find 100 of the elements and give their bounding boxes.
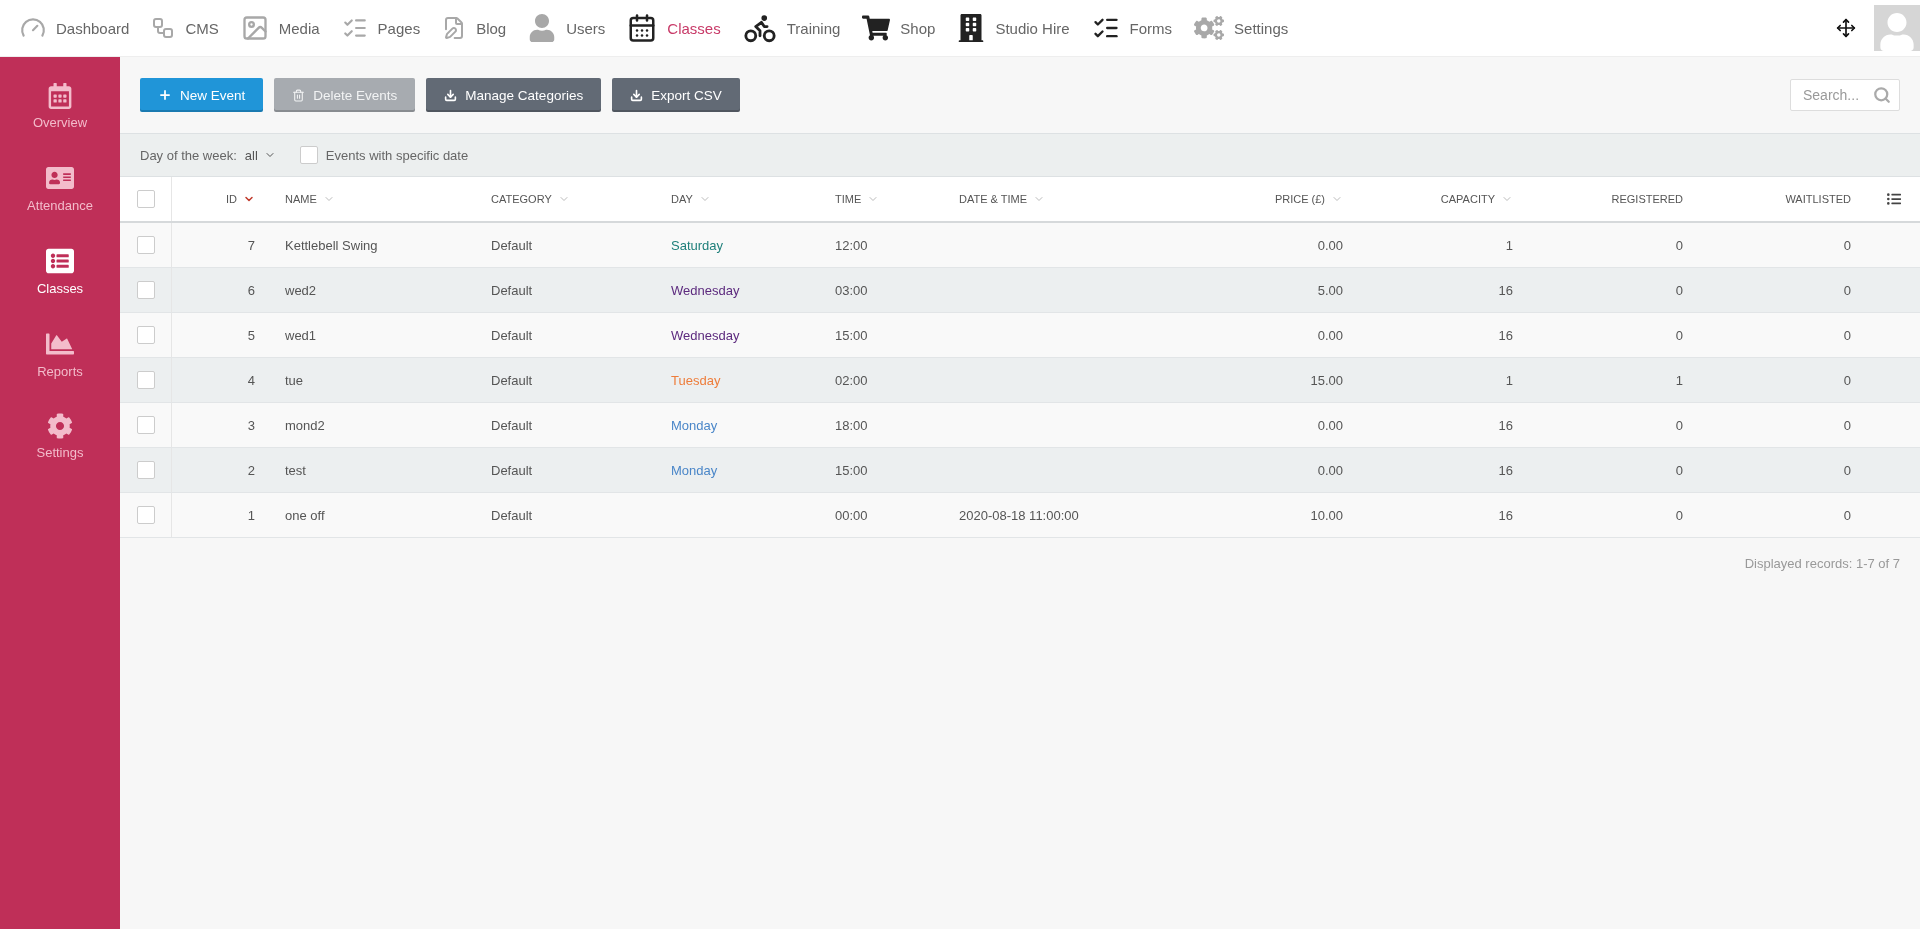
column-header[interactable]: CATEGORY	[491, 193, 570, 205]
nav-item[interactable]: Blog	[442, 16, 507, 40]
table-cell: 0	[1675, 417, 1683, 433]
column-menu-icon[interactable]	[1887, 192, 1901, 206]
sidebar-item[interactable]: Attendance	[27, 164, 93, 213]
day-cell: Wednesday	[671, 282, 740, 298]
table-cell: 0.00	[1317, 417, 1343, 433]
nav-item[interactable]: Media	[240, 14, 320, 42]
image-icon	[240, 14, 269, 42]
nav-item[interactable]: Studio Hire	[957, 14, 1070, 42]
plus-icon	[158, 88, 172, 102]
table-cell: 0	[1843, 282, 1851, 298]
checkbox-label: Events with specific date	[325, 147, 469, 163]
table-cell: 0	[1675, 462, 1683, 478]
id-card-icon	[46, 164, 74, 192]
table-cell: 5.00	[1317, 282, 1343, 298]
gears-icon	[1194, 13, 1225, 43]
sidebar-item[interactable]: Reports	[37, 330, 83, 379]
table-cell: 0	[1675, 507, 1683, 523]
table-cell: 16	[1498, 327, 1513, 343]
column-header[interactable]: DATE & TIME	[959, 193, 1046, 205]
nav-item[interactable]: CMS	[151, 16, 219, 40]
download-icon	[630, 88, 644, 102]
table-cell: Default	[491, 462, 533, 478]
nav-item[interactable]: Pages	[341, 15, 421, 41]
sidebar-item[interactable]: Overview	[32, 83, 88, 130]
table-cell: 03:00	[835, 282, 868, 298]
table-cell: 6	[247, 282, 255, 298]
avatar[interactable]	[1874, 5, 1920, 51]
table-cell: 0	[1675, 282, 1683, 298]
row-checkbox[interactable]	[136, 506, 155, 524]
table-cell: 1	[1675, 372, 1683, 388]
row-checkbox[interactable]	[136, 326, 155, 344]
download-icon	[444, 88, 458, 102]
table-cell: 0	[1843, 417, 1851, 433]
day-cell: Monday	[671, 462, 718, 478]
table-cell: test	[285, 462, 306, 478]
trash-icon	[292, 88, 306, 102]
building-icon	[957, 14, 986, 42]
filter-label: Day of the week:	[140, 147, 237, 163]
toolbar-button[interactable]: Manage Categories	[426, 78, 602, 112]
column-header: REGISTERED	[1611, 193, 1683, 205]
nav-item[interactable]: Forms	[1091, 14, 1173, 42]
day-cell: Saturday	[671, 237, 724, 253]
table-cell: wed1	[285, 327, 317, 343]
nav-item[interactable]: Training	[742, 11, 841, 45]
toolbar-button[interactable]: New Event	[140, 78, 264, 112]
search-icon	[1873, 86, 1891, 104]
table-cell: 2020-08-18 11:00:00	[959, 507, 1079, 523]
column-header[interactable]: PRICE (£)	[1274, 193, 1343, 205]
row-checkbox[interactable]	[136, 371, 155, 389]
column-header[interactable]: TIME	[835, 193, 880, 205]
table-cell: 1	[1505, 237, 1513, 253]
table-cell: 00:00	[835, 507, 868, 523]
nav-item[interactable]: Classes	[627, 13, 721, 43]
table-cell: 02:00	[835, 372, 868, 388]
table-cell: 16	[1498, 507, 1513, 523]
table-cell: 0.00	[1317, 327, 1343, 343]
column-header[interactable]: DAY	[671, 193, 711, 205]
column-header[interactable]: NAME	[285, 193, 335, 205]
column-header[interactable]: ID	[226, 193, 255, 205]
table-cell: 0	[1843, 327, 1851, 343]
day-dropdown[interactable]: all	[244, 147, 276, 163]
table-cell: 18:00	[835, 417, 868, 433]
nav-item[interactable]: Shop	[862, 14, 936, 42]
calendar-icon	[47, 83, 73, 109]
gear-icon	[47, 413, 73, 439]
table-cell: 0.00	[1317, 237, 1343, 253]
row-checkbox[interactable]	[136, 236, 155, 254]
nav-item[interactable]: Users	[528, 14, 606, 42]
day-cell: Tuesday	[671, 372, 721, 388]
sidebar-item[interactable]: Settings	[36, 413, 84, 460]
table-cell: 0	[1675, 327, 1683, 343]
user-icon	[528, 14, 557, 42]
table-cell: 7	[247, 237, 255, 253]
sidebar-item[interactable]: Classes	[36, 247, 84, 296]
table-cell: 15:00	[835, 327, 868, 343]
row-checkbox[interactable]	[136, 416, 155, 434]
day-cell: Wednesday	[671, 327, 740, 343]
search-field[interactable]: Search...	[1790, 79, 1900, 111]
nav-item[interactable]: Dashboard	[20, 15, 130, 41]
select-all-checkbox[interactable]	[136, 190, 155, 208]
table-cell: one off	[285, 507, 325, 523]
table-cell: 4	[247, 372, 255, 388]
calendar-icon	[627, 13, 658, 43]
table-cell: tue	[285, 372, 304, 388]
table-cell: mond2	[285, 417, 325, 433]
row-checkbox[interactable]	[136, 281, 155, 299]
toolbar-button[interactable]: Export CSV	[612, 78, 740, 112]
table-cell: 0	[1843, 237, 1851, 253]
checkbox[interactable]	[299, 146, 318, 164]
nav-item[interactable]: Settings	[1194, 13, 1289, 43]
row-checkbox[interactable]	[136, 461, 155, 479]
column-header[interactable]: CAPACITY	[1440, 193, 1513, 205]
table-cell: Kettlebell Swing	[285, 237, 378, 253]
cart-icon	[862, 14, 891, 42]
table-cell: 1	[247, 507, 255, 523]
table-cell: 10.00	[1310, 507, 1343, 523]
move-icon[interactable]	[1836, 18, 1856, 38]
table-cell: 0.00	[1317, 462, 1343, 478]
